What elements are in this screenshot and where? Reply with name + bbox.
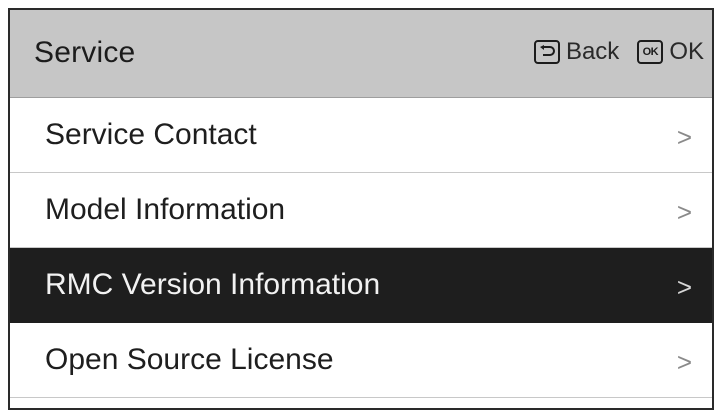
chevron-right-icon: > [676, 272, 692, 302]
page-title: Service [34, 36, 136, 69]
back-label: Back [565, 38, 620, 65]
header-bar: Service Back OK OK [10, 10, 712, 98]
ok-key-icon: OK [637, 40, 664, 64]
menu-item-model-information[interactable]: Model Information > [10, 173, 712, 248]
menu-item-label: RMC Version Information [45, 268, 381, 301]
back-button[interactable]: Back [533, 38, 620, 66]
chevron-right-icon: > [676, 122, 692, 152]
menu-item-open-source-license[interactable]: Open Source License > [10, 323, 712, 398]
header-actions: Back OK OK [516, 36, 704, 68]
menu-item-service-contact[interactable]: Service Contact > [10, 98, 712, 173]
back-arrow-icon [533, 40, 560, 64]
service-screen: Service Back OK OK Service Contact > Mod… [8, 8, 714, 410]
menu-item-rmc-version-information[interactable]: RMC Version Information > [10, 248, 712, 323]
ok-label: OK [669, 38, 704, 65]
menu-item-label: Model Information [45, 193, 286, 226]
menu-item-label: Open Source License [45, 343, 334, 376]
menu-item-label: Service Contact [45, 118, 257, 151]
ok-button[interactable]: OK OK [637, 38, 704, 66]
chevron-right-icon: > [676, 347, 692, 377]
chevron-right-icon: > [676, 197, 692, 227]
service-menu: Service Contact > Model Information > RM… [10, 98, 712, 398]
